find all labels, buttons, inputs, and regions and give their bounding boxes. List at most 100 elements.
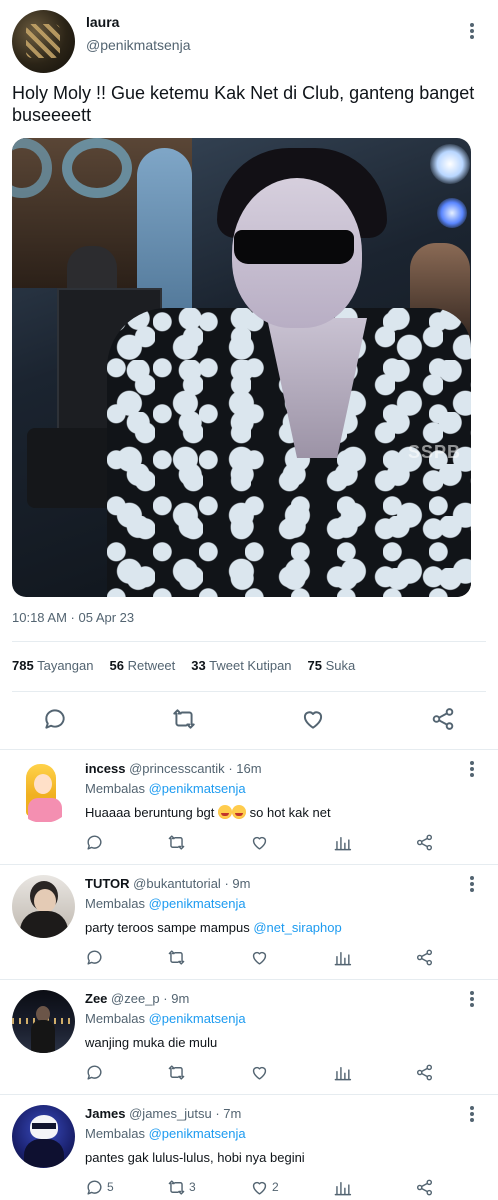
more-options-icon[interactable] xyxy=(470,761,474,777)
tweet-text: Holy Moly !! Gue ketemu Kak Net di Club,… xyxy=(12,83,475,125)
like-icon xyxy=(252,1066,267,1080)
retweet-action[interactable] xyxy=(167,1062,189,1082)
user-handle[interactable]: @penikmatsenja xyxy=(86,37,191,53)
display-name[interactable]: TUTOR xyxy=(85,876,130,891)
display-name[interactable]: incess xyxy=(85,761,125,776)
like-action[interactable] xyxy=(250,832,272,852)
share-action[interactable] xyxy=(415,1062,434,1082)
reply-header: Zee @zee_p · 9m xyxy=(85,991,189,1006)
stat-likes[interactable]: 75 Suka xyxy=(308,658,356,673)
reply-icon xyxy=(87,1180,102,1195)
retweet-icon xyxy=(168,949,185,965)
reply-text: pantes gak lulus-lulus, hobi nya begini xyxy=(85,1150,305,1165)
reply-tweet[interactable]: Zee @zee_p · 9m Membalas @penikmatsenja … xyxy=(0,980,498,1095)
retweet-action[interactable] xyxy=(167,832,189,852)
reply-age: · 9m xyxy=(224,876,251,891)
analytics-action[interactable] xyxy=(333,947,352,967)
divider xyxy=(12,641,486,642)
mention-link[interactable]: @net_siraphop xyxy=(253,920,341,935)
reply-action[interactable] xyxy=(85,947,107,967)
share-action[interactable] xyxy=(415,1177,434,1197)
more-options-icon[interactable] xyxy=(470,991,474,1007)
retweet-action[interactable]: 3 xyxy=(167,1177,196,1197)
reply-text: wanjing muka die mulu xyxy=(85,1035,218,1050)
analytics-icon xyxy=(334,1066,352,1080)
user-handle[interactable]: @princesscantik xyxy=(129,761,225,776)
smiling-hearts-emoji-icon xyxy=(218,805,233,819)
analytics-action[interactable] xyxy=(333,1177,352,1197)
reply-action[interactable]: 5 xyxy=(85,1177,114,1197)
reply-tweet[interactable]: TUTOR @bukantutorial · 9m Membalas @peni… xyxy=(0,865,498,980)
reply-icon xyxy=(87,950,102,965)
user-handle[interactable]: @bukantutorial xyxy=(133,876,221,891)
share-icon xyxy=(416,949,433,965)
display-name[interactable]: James xyxy=(85,1106,125,1121)
tweet-stats: 785 Tayangan 56 Retweet 33 Tweet Kutipan… xyxy=(12,658,371,673)
user-handle[interactable]: @zee_p xyxy=(111,991,160,1006)
like-icon xyxy=(252,951,267,965)
reply-header: incess @princesscantik · 16m xyxy=(85,761,262,776)
tweet-photo[interactable]: SSPB xyxy=(12,138,471,597)
retweet-icon[interactable] xyxy=(171,706,197,732)
avatar[interactable] xyxy=(12,10,75,73)
photo-watermark: SSPB xyxy=(408,442,462,462)
reply-header: James @james_jutsu · 7m xyxy=(85,1106,241,1121)
share-action[interactable] xyxy=(415,832,434,852)
user-handle[interactable]: @james_jutsu xyxy=(129,1106,212,1121)
avatar[interactable] xyxy=(12,875,75,938)
avatar[interactable] xyxy=(12,760,75,823)
like-action[interactable] xyxy=(250,947,272,967)
reply-actions xyxy=(85,947,445,971)
reply-count: 5 xyxy=(107,1180,114,1194)
more-options-icon[interactable] xyxy=(470,23,474,39)
tweet-timestamp[interactable]: 10:18 AM · 05 Apr 23 xyxy=(12,610,134,625)
like-icon xyxy=(252,1181,267,1195)
share-icon[interactable] xyxy=(430,706,456,732)
reply-actions xyxy=(85,1062,445,1086)
stat-views[interactable]: 785 Tayangan xyxy=(12,658,93,673)
reply-action[interactable] xyxy=(85,832,107,852)
reply-tweet[interactable]: James @james_jutsu · 7m Membalas @penikm… xyxy=(0,1095,498,1200)
like-action[interactable] xyxy=(250,1062,272,1082)
replying-to: Membalas @penikmatsenja xyxy=(85,896,246,911)
analytics-icon xyxy=(334,836,352,850)
reply-tweet[interactable]: incess @princesscantik · 16m Membalas @p… xyxy=(0,750,498,865)
replying-to: Membalas @penikmatsenja xyxy=(85,781,246,796)
mention-link[interactable]: @penikmatsenja xyxy=(149,896,246,911)
mention-link[interactable]: @penikmatsenja xyxy=(149,1011,246,1026)
replying-to: Membalas @penikmatsenja xyxy=(85,1126,246,1141)
display-name[interactable]: laura xyxy=(86,14,119,30)
stat-quotes[interactable]: 33 Tweet Kutipan xyxy=(191,658,291,673)
retweet-action[interactable] xyxy=(167,947,189,967)
like-icon xyxy=(252,836,267,850)
share-icon xyxy=(416,834,433,850)
display-name[interactable]: Zee xyxy=(85,991,107,1006)
smiling-hearts-emoji-icon xyxy=(232,805,247,819)
analytics-action[interactable] xyxy=(333,832,352,852)
like-action[interactable]: 2 xyxy=(250,1177,279,1197)
avatar[interactable] xyxy=(12,1105,75,1168)
share-action[interactable] xyxy=(415,947,434,967)
retweet-icon xyxy=(168,834,185,850)
main-tweet: laura @penikmatsenja Holy Moly !! Gue ke… xyxy=(0,0,498,750)
more-options-icon[interactable] xyxy=(470,876,474,892)
avatar[interactable] xyxy=(12,990,75,1053)
mention-link[interactable]: @penikmatsenja xyxy=(149,1126,246,1141)
like-icon[interactable] xyxy=(300,706,326,732)
mention-link[interactable]: @penikmatsenja xyxy=(149,781,246,796)
reply-actions: 5 3 2 xyxy=(85,1177,445,1200)
more-options-icon[interactable] xyxy=(470,1106,474,1122)
divider xyxy=(12,691,486,692)
tweet-actions xyxy=(0,706,498,736)
reply-text: Huaaaa beruntung bgt so hot kak net xyxy=(85,805,331,820)
reply-action[interactable] xyxy=(85,1062,107,1082)
like-count: 2 xyxy=(272,1180,279,1194)
analytics-action[interactable] xyxy=(333,1062,352,1082)
share-icon xyxy=(416,1179,433,1195)
replying-to: Membalas @penikmatsenja xyxy=(85,1011,246,1026)
reply-icon[interactable] xyxy=(42,706,68,732)
reply-icon xyxy=(87,835,102,850)
stat-retweets[interactable]: 56 Retweet xyxy=(109,658,175,673)
reply-age: · 9m xyxy=(163,991,190,1006)
analytics-icon xyxy=(334,951,352,965)
